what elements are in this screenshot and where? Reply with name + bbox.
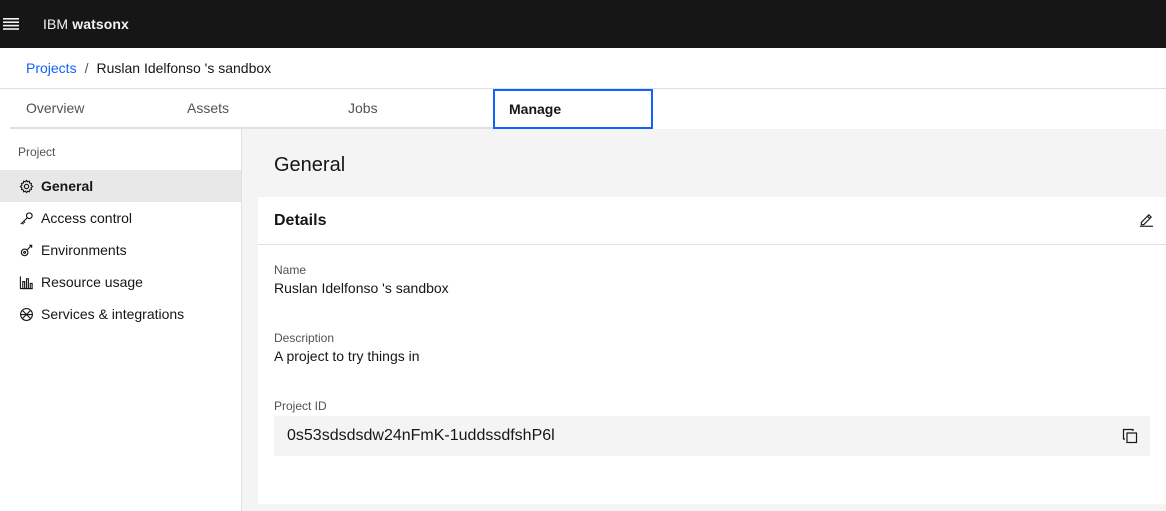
sidebar-item-general[interactable]: General: [0, 170, 241, 202]
project-id-field: 0s53sdsdsdw24nFmK-1uddssdfshP6l: [274, 416, 1150, 456]
sidebar-item-services-integrations[interactable]: Services & integrations: [0, 298, 241, 330]
sidebar-item-label: Access control: [41, 210, 133, 226]
edit-details-button[interactable]: [1136, 211, 1156, 231]
copy-icon[interactable]: [1122, 428, 1138, 444]
brand-prefix: IBM: [43, 16, 69, 32]
sidebar-item-environments[interactable]: Environments: [0, 234, 241, 266]
hamburger-menu-icon: [3, 17, 19, 31]
integrations-icon: [18, 306, 34, 322]
gear-icon: [18, 178, 34, 194]
sidebar-item-resource-usage[interactable]: Resource usage: [0, 266, 241, 298]
sidebar-item-label: Resource usage: [41, 274, 143, 290]
breadcrumb-projects-link[interactable]: Projects: [26, 60, 77, 76]
tab-manage[interactable]: Manage: [493, 89, 653, 129]
tab-assets[interactable]: Assets: [171, 89, 332, 129]
project-tabs: Overview Assets Jobs Manage: [0, 89, 1166, 129]
sidebar-item-access-control[interactable]: Access control: [0, 202, 241, 234]
edit-pencil-icon: [1139, 212, 1154, 230]
project-id-label: Project ID: [274, 399, 327, 413]
environment-icon: [18, 242, 34, 258]
key-icon: [18, 210, 34, 226]
tab-jobs[interactable]: Jobs: [332, 89, 493, 129]
details-heading: Details: [274, 211, 327, 229]
sidebar-item-label: Services & integrations: [41, 306, 185, 322]
sidebar-section-label: Project: [18, 145, 56, 159]
manage-sidebar: Project General Access control Environme…: [0, 129, 242, 511]
details-card-header: Details: [258, 197, 1166, 245]
brand-product: watsonx: [72, 16, 129, 32]
hamburger-menu-button[interactable]: [0, 0, 22, 48]
bar-chart-icon: [18, 274, 34, 290]
name-label: Name: [274, 263, 307, 277]
project-id-value[interactable]: 0s53sdsdsdw24nFmK-1uddssdfshP6l: [287, 427, 555, 445]
breadcrumb-current: Ruslan Idelfonso 's sandbox: [96, 60, 272, 76]
main-content: General Details Name Ruslan Idelfonso 's…: [242, 129, 1166, 511]
tab-overview[interactable]: Overview: [10, 89, 171, 129]
breadcrumb-separator: /: [84, 60, 89, 76]
sidebar-item-label: General: [41, 178, 94, 194]
brand-name[interactable]: IBM watsonx: [43, 16, 129, 32]
details-card: Details Name Ruslan Idelfonso 's sandbox…: [258, 197, 1166, 504]
sidebar-item-label: Environments: [41, 242, 127, 258]
description-value: A project to try things in: [274, 348, 420, 364]
top-header: IBM watsonx: [0, 0, 1166, 48]
description-label: Description: [274, 331, 335, 345]
page-title: General: [274, 154, 346, 176]
breadcrumb: Projects / Ruslan Idelfonso 's sandbox: [0, 48, 1166, 89]
name-value: Ruslan Idelfonso 's sandbox: [274, 280, 449, 296]
